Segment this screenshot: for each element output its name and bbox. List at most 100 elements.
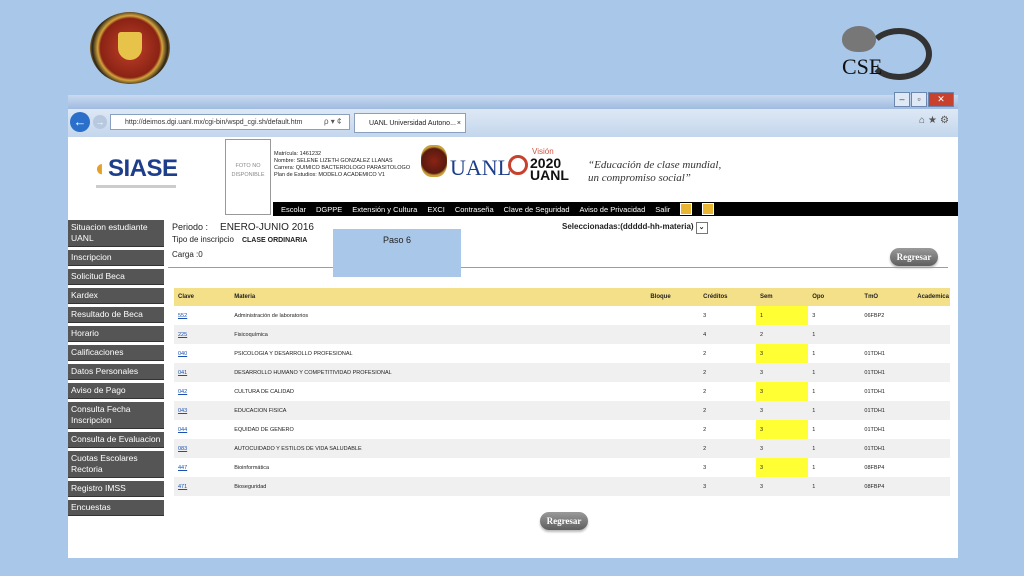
sidebar-item-situacion-estudiante-uanl[interactable]: Situacion estudiante UANL <box>68 220 164 247</box>
chevron-down-icon[interactable]: ⌄ <box>695 222 708 234</box>
table-cell: 2 <box>703 426 707 433</box>
sidebar-item-inscripcion[interactable]: Inscripcion <box>68 250 164 266</box>
clave-link[interactable]: 471 <box>174 477 231 496</box>
clave-link[interactable]: 552 <box>174 306 230 325</box>
menu-item-clave-de-seguridad[interactable]: Clave de Seguridad <box>504 205 570 214</box>
restore-icon[interactable]: ▫ <box>911 92 927 107</box>
regresar-button-bottom[interactable]: Regresar <box>540 512 588 530</box>
menu-item-exci[interactable]: EXCI <box>427 205 445 214</box>
table-cell <box>860 325 914 344</box>
square-icon-2[interactable] <box>702 203 715 215</box>
seleccionadas-select[interactable]: Seleccionadas:(ddddd-hh-materia) ⌄ <box>562 222 708 234</box>
sidebar-item-encuestas[interactable]: Encuestas <box>68 500 164 516</box>
siase-tagline-bar <box>96 185 176 188</box>
facultad-seal-logo <box>90 12 170 84</box>
sem-cell: 3 <box>755 420 809 439</box>
table-cell: 08FBP4 <box>860 477 914 496</box>
vision-2020-text: 2020 UANL <box>530 155 569 183</box>
table-row: 040 PSICOLOGIA Y DESARROLLO PROFESIONAL 2 3… <box>174 344 950 363</box>
close-icon[interactable]: ✕ <box>928 92 954 107</box>
tipo-inscripcion: Tipo de inscripcio CLASE ORDINARIA <box>172 235 308 244</box>
sem-cell: 3 <box>755 477 809 496</box>
sidebar-item-horario[interactable]: Horario <box>68 326 164 342</box>
divider <box>168 267 948 268</box>
materias-table: Clave Materia Bloque Créditos Sem Opo TmO Acade… <box>174 288 950 496</box>
clave-link[interactable]: 083 <box>174 439 231 458</box>
table-row: 083 AUTOCUIDADO Y ESTILOS DE VIDA SALUDAB… <box>174 439 950 458</box>
column-header: TmO <box>860 288 914 306</box>
column-header: Bloque <box>646 288 700 306</box>
table-cell <box>913 363 950 382</box>
clave-link[interactable]: 044 <box>174 420 230 439</box>
table-cell: 3 <box>703 312 707 319</box>
table-cell: 08FBP4 <box>864 464 885 471</box>
sidebar-item-solicitud-beca[interactable]: Solicitud Beca <box>68 269 164 285</box>
clave-link[interactable]: 042 <box>174 382 230 401</box>
table-row: 044 EQUIDAD DE GENERO 2 3 1 01TDH1 <box>174 420 950 439</box>
table-cell: CULTURA DE CALIDAD <box>234 388 295 395</box>
vision-2020-icon <box>508 155 528 175</box>
table-cell: 1 <box>812 350 816 357</box>
uanl-seal-icon <box>421 145 447 177</box>
address-bar[interactable]: http://deimos.dgi.uanl.mx/cgi-bin/wspd_c… <box>110 114 350 130</box>
table-cell <box>646 477 700 496</box>
sidebar-item-resultado-de-beca[interactable]: Resultado de Beca <box>68 307 164 323</box>
table-cell: 1 <box>808 401 861 420</box>
table-cell <box>646 306 699 325</box>
table-cell: 1 <box>812 388 816 395</box>
browser-tab[interactable]: UANL Universidad Autono... × <box>354 113 466 133</box>
menu-item-escolar[interactable]: Escolar <box>281 205 306 214</box>
table-cell: DESARROLLO HUMANO Y COMPETITIVIDAD PROFE… <box>230 363 647 382</box>
main-menu: Escolar DGPPE Extensión y Cultura EXCI Contr… <box>273 202 958 216</box>
sidebar-item-registro-imss[interactable]: Registro IMSS <box>68 481 164 497</box>
sidebar-item-calificaciones[interactable]: Calificaciones <box>68 345 164 361</box>
table-cell: 1 <box>808 363 861 382</box>
menu-item-extensi-n-y-cultura[interactable]: Extensión y Cultura <box>352 205 417 214</box>
forward-arrow-icon[interactable]: → <box>93 115 107 129</box>
browser-navbar: ← → http://deimos.dgi.uanl.mx/cgi-bin/ws… <box>68 109 958 138</box>
table-cell: 01TDH1 <box>860 439 914 458</box>
uanl-logo-text: UANL <box>450 155 512 180</box>
regresar-button-top[interactable]: Regresar <box>890 248 938 266</box>
table-cell <box>913 439 950 458</box>
sem-cell: 3 <box>755 401 809 420</box>
clave-link[interactable]: 040 <box>174 344 230 363</box>
table-row: 447 Bioinformática 3 3 1 08FBP4 <box>174 458 950 477</box>
sidebar-item-kardex[interactable]: Kardex <box>68 288 164 304</box>
table-cell: AUTOCUIDADO Y ESTILOS DE VIDA SALUDABLE <box>230 439 647 458</box>
clave-link[interactable]: 043 <box>174 401 231 420</box>
home-star-gear-icons[interactable]: ⌂★⚙ <box>919 115 952 126</box>
menu-item-aviso-de-privacidad[interactable]: Aviso de Privacidad <box>580 205 646 214</box>
sidebar-item-datos-personales[interactable]: Datos Personales <box>68 364 164 380</box>
table-cell <box>913 458 950 477</box>
table-cell: 1 <box>808 325 861 344</box>
sidebar-item-cuotas-escolares-rectoria[interactable]: Cuotas Escolares Rectoria <box>68 451 164 478</box>
menu-item-contrase-a[interactable]: Contraseña <box>455 205 494 214</box>
column-header: Créditos <box>699 288 756 306</box>
clave-link[interactable]: 225 <box>174 325 231 344</box>
clave-link[interactable]: 447 <box>174 458 230 477</box>
column-header: Opo <box>808 288 861 306</box>
table-cell <box>913 325 950 344</box>
minimize-icon[interactable]: – <box>894 92 910 107</box>
column-header: Sem <box>755 288 809 306</box>
table-cell: 01TDH1 <box>860 401 914 420</box>
sem-cell: 1 <box>755 306 809 325</box>
tab-close-icon[interactable]: × <box>457 114 461 134</box>
clave-link[interactable]: 041 <box>174 363 231 382</box>
carga: Carga :0 <box>172 250 203 259</box>
sidebar: Situacion estudiante UANL Inscripcion Soli… <box>68 220 164 519</box>
search-refresh-icons[interactable]: ρ ▾ ¢ <box>324 114 341 130</box>
menu-item-dgppe[interactable]: DGPPE <box>316 205 342 214</box>
square-icon-1[interactable] <box>680 203 693 215</box>
table-cell: 2 <box>699 439 756 458</box>
sidebar-item-consulta-fecha-inscripcion[interactable]: Consulta Fecha Inscripcion <box>68 402 164 429</box>
menu-item-salir[interactable]: Salir <box>655 205 670 214</box>
table-cell: 2 <box>699 401 756 420</box>
sidebar-item-aviso-de-pago[interactable]: Aviso de Pago <box>68 383 164 399</box>
sidebar-item-consulta-de-evaluacion[interactable]: Consulta de Evaluacion <box>68 432 164 448</box>
column-header: Materia <box>230 288 647 306</box>
table-cell <box>646 382 699 401</box>
table-cell <box>646 420 699 439</box>
back-arrow-icon[interactable]: ← <box>70 112 90 132</box>
